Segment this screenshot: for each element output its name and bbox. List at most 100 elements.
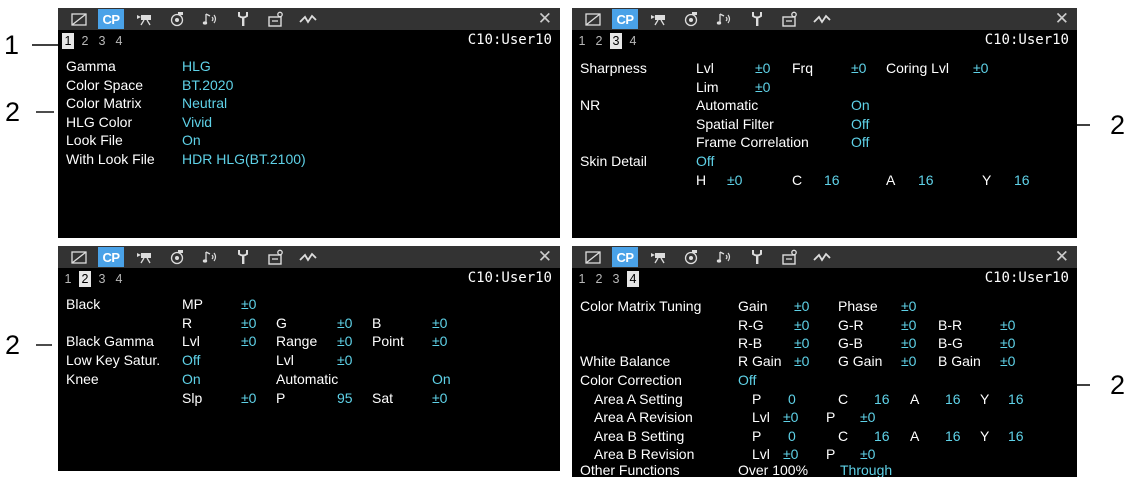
- skin-c-value[interactable]: 16: [824, 172, 840, 189]
- recording-tab[interactable]: [132, 247, 158, 267]
- page-1-tab[interactable]: 1: [576, 33, 588, 49]
- knee-p-value[interactable]: 95: [337, 390, 353, 407]
- low-key-satur-value[interactable]: Off: [182, 352, 200, 369]
- wb-r-gain-value[interactable]: ±0: [794, 353, 809, 370]
- system-setup-tab[interactable]: [744, 247, 770, 267]
- page-1-tab[interactable]: 1: [62, 271, 74, 287]
- page-4-tab[interactable]: 4: [627, 33, 639, 49]
- page-4-tab[interactable]: 4: [113, 271, 125, 287]
- functions-tab[interactable]: [164, 247, 190, 267]
- black-gamma-range-value[interactable]: ±0: [337, 333, 352, 350]
- skin-h-value[interactable]: ±0: [727, 172, 742, 189]
- close-icon[interactable]: ✕: [1055, 247, 1069, 267]
- area-b-revision-lvl-value[interactable]: ±0: [783, 446, 798, 463]
- page-1-tab[interactable]: 1: [62, 33, 74, 49]
- hlg-color-value[interactable]: Vivid: [182, 114, 212, 131]
- custom-picture-tab[interactable]: CP: [98, 247, 124, 267]
- system-setup-tab[interactable]: [230, 247, 256, 267]
- recording-tab[interactable]: [646, 247, 672, 267]
- cmt-phase-value[interactable]: ±0: [901, 298, 916, 315]
- sharpness-lvl-value[interactable]: ±0: [755, 60, 770, 77]
- audio-tab[interactable]: [198, 9, 224, 29]
- cmt-gr-value[interactable]: ±0: [901, 317, 916, 334]
- recording-tab[interactable]: [132, 9, 158, 29]
- assignable-buttons-tab[interactable]: [263, 247, 289, 267]
- recording-tab[interactable]: [646, 9, 672, 29]
- color-matrix-value[interactable]: Neutral: [182, 95, 227, 112]
- gamma-value[interactable]: HLG: [182, 58, 211, 75]
- knee-automatic-value[interactable]: On: [432, 371, 451, 388]
- page-3-tab[interactable]: 3: [610, 271, 622, 287]
- spatial-filter-value[interactable]: Off: [851, 116, 869, 133]
- area-b-setting-p-value[interactable]: 0: [788, 428, 796, 445]
- camera-setup-tab[interactable]: [66, 247, 92, 267]
- close-icon[interactable]: ✕: [538, 9, 552, 29]
- black-gamma-lvl-value[interactable]: ±0: [241, 333, 256, 350]
- low-key-lvl-value[interactable]: ±0: [337, 352, 352, 369]
- assignable-buttons-tab[interactable]: [777, 9, 803, 29]
- page-2-tab[interactable]: 2: [593, 33, 605, 49]
- cmt-bg-value[interactable]: ±0: [1000, 335, 1015, 352]
- close-icon[interactable]: ✕: [538, 247, 552, 267]
- skin-detail-value[interactable]: Off: [696, 153, 714, 170]
- custom-picture-tab[interactable]: CP: [98, 9, 124, 29]
- cmt-rg-value[interactable]: ±0: [794, 317, 809, 334]
- cmt-br-value[interactable]: ±0: [1000, 317, 1015, 334]
- functions-tab[interactable]: [678, 247, 704, 267]
- cmt-gb-value[interactable]: ±0: [901, 335, 916, 352]
- over-100-value[interactable]: Through: [840, 462, 892, 477]
- monitoring-tab[interactable]: [295, 247, 321, 267]
- page-4-tab[interactable]: 4: [627, 271, 639, 287]
- sharpness-frq-value[interactable]: ±0: [851, 60, 866, 77]
- black-r-value[interactable]: ±0: [241, 315, 256, 332]
- sharpness-lim-value[interactable]: ±0: [755, 79, 770, 96]
- coring-lvl-value[interactable]: ±0: [973, 60, 988, 77]
- area-b-setting-y-value[interactable]: 16: [1008, 428, 1024, 445]
- close-icon[interactable]: ✕: [1055, 9, 1069, 29]
- functions-tab[interactable]: [678, 9, 704, 29]
- monitoring-tab[interactable]: [295, 9, 321, 29]
- area-b-setting-c-value[interactable]: 16: [874, 428, 890, 445]
- page-3-tab[interactable]: 3: [610, 33, 622, 49]
- monitoring-tab[interactable]: [809, 247, 835, 267]
- system-setup-tab[interactable]: [230, 9, 256, 29]
- page-4-tab[interactable]: 4: [113, 33, 125, 49]
- look-file-value[interactable]: On: [182, 132, 201, 149]
- wb-b-gain-value[interactable]: ±0: [1000, 353, 1015, 370]
- color-correction-value[interactable]: Off: [738, 372, 756, 389]
- area-a-setting-y-value[interactable]: 16: [1008, 391, 1024, 408]
- knee-value[interactable]: On: [182, 371, 201, 388]
- camera-setup-tab[interactable]: [66, 9, 92, 29]
- black-b-value[interactable]: ±0: [432, 315, 447, 332]
- skin-a-value[interactable]: 16: [918, 172, 934, 189]
- nr-automatic-value[interactable]: On: [851, 97, 870, 114]
- frame-correlation-value[interactable]: Off: [851, 134, 869, 151]
- page-3-tab[interactable]: 3: [96, 33, 108, 49]
- knee-sat-value[interactable]: ±0: [432, 390, 447, 407]
- camera-setup-tab[interactable]: [580, 9, 606, 29]
- black-gamma-point-value[interactable]: ±0: [432, 333, 447, 350]
- area-b-setting-a-value[interactable]: 16: [945, 428, 961, 445]
- color-space-value[interactable]: BT.2020: [182, 77, 233, 94]
- area-a-revision-lvl-value[interactable]: ±0: [783, 409, 798, 426]
- page-1-tab[interactable]: 1: [576, 271, 588, 287]
- area-a-revision-p-value[interactable]: ±0: [860, 409, 875, 426]
- black-mp-value[interactable]: ±0: [241, 296, 256, 313]
- area-a-setting-p-value[interactable]: 0: [788, 391, 796, 408]
- wb-g-gain-value[interactable]: ±0: [901, 353, 916, 370]
- audio-tab[interactable]: [712, 9, 738, 29]
- audio-tab[interactable]: [712, 247, 738, 267]
- assignable-buttons-tab[interactable]: [263, 9, 289, 29]
- page-2-tab[interactable]: 2: [79, 33, 91, 49]
- assignable-buttons-tab[interactable]: [777, 247, 803, 267]
- knee-slp-value[interactable]: ±0: [241, 390, 256, 407]
- system-setup-tab[interactable]: [744, 9, 770, 29]
- page-2-tab[interactable]: 2: [593, 271, 605, 287]
- skin-y-value[interactable]: 16: [1014, 172, 1030, 189]
- area-a-setting-a-value[interactable]: 16: [945, 391, 961, 408]
- cmt-gain-value[interactable]: ±0: [794, 298, 809, 315]
- area-a-setting-c-value[interactable]: 16: [874, 391, 890, 408]
- custom-picture-tab[interactable]: CP: [612, 9, 638, 29]
- page-2-tab[interactable]: 2: [79, 271, 91, 287]
- functions-tab[interactable]: [164, 9, 190, 29]
